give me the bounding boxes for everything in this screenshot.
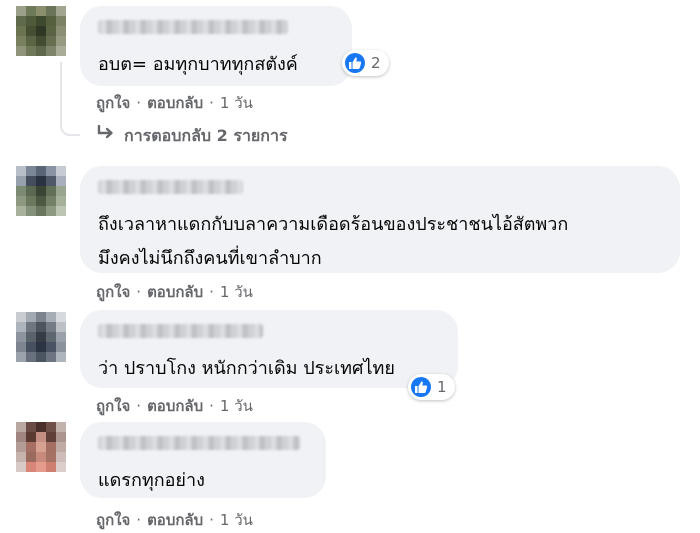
thumbs-up-icon	[345, 53, 365, 73]
timestamp[interactable]: 1 วัน	[220, 94, 253, 112]
author-name-blurred[interactable]	[98, 20, 288, 34]
like-link[interactable]: ถูกใจ	[96, 511, 130, 529]
comment-bubble: อบต= อมทุกบาททุกสตังค์	[80, 6, 352, 86]
timestamp[interactable]: 1 วัน	[220, 283, 253, 301]
reaction-count: 1	[437, 378, 447, 396]
avatar[interactable]	[16, 166, 66, 216]
comment-actions: ถูกใจ · ตอบกลับ · 1 วัน	[96, 280, 253, 304]
reply-link[interactable]: ตอบกลับ	[147, 94, 203, 112]
separator-dot: ·	[136, 397, 142, 415]
separator-dot: ·	[209, 283, 214, 301]
like-link[interactable]: ถูกใจ	[96, 94, 130, 112]
thread-connector	[60, 62, 80, 136]
separator-dot: ·	[209, 397, 214, 415]
like-link[interactable]: ถูกใจ	[96, 397, 130, 415]
replies-label: การตอบกลับ 2 รายการ	[124, 126, 288, 145]
author-name-blurred[interactable]	[98, 436, 300, 450]
view-replies-link[interactable]: การตอบกลับ 2 รายการ	[96, 124, 288, 149]
separator-dot: ·	[209, 511, 214, 529]
author-name-blurred[interactable]	[98, 180, 243, 194]
author-name-blurred[interactable]	[98, 324, 263, 338]
comment-text-line-1: ถึงเวลาหาแดกกับบลาความเดือดร้อนของประชาช…	[98, 214, 569, 235]
reply-link[interactable]: ตอบกลับ	[147, 397, 203, 415]
reply-link[interactable]: ตอบกลับ	[147, 283, 203, 301]
timestamp[interactable]: 1 วัน	[220, 511, 253, 529]
separator-dot: ·	[209, 94, 214, 112]
comment-actions: ถูกใจ · ตอบกลับ · 1 วัน	[96, 394, 253, 418]
avatar[interactable]	[16, 312, 66, 362]
reaction-count: 2	[371, 54, 381, 72]
timestamp[interactable]: 1 วัน	[220, 397, 253, 415]
comment-text: แดรกทุกอย่าง	[98, 470, 205, 491]
comment-text: อบต= อมทุกบาททุกสตังค์	[98, 54, 298, 75]
avatar[interactable]	[16, 422, 66, 472]
comment-bubble: ว่า ปราบโกง หนักกว่าเดิม ประเทศไทย	[80, 310, 458, 388]
separator-dot: ·	[136, 283, 142, 301]
thumbs-up-icon	[411, 377, 431, 397]
reaction-badge[interactable]: 2	[342, 50, 389, 76]
comment-bubble: ถึงเวลาหาแดกกับบลาความเดือดร้อนของประชาช…	[80, 166, 680, 273]
reply-link[interactable]: ตอบกลับ	[147, 511, 203, 529]
reaction-badge[interactable]: 1	[408, 374, 455, 400]
separator-dot: ·	[136, 94, 142, 112]
avatar[interactable]	[16, 6, 66, 56]
separator-dot: ·	[136, 511, 142, 529]
comment-actions: ถูกใจ · ตอบกลับ · 1 วัน	[96, 508, 253, 532]
comment-bubble: แดรกทุกอย่าง	[80, 422, 326, 498]
comment-text-line-2: มึงคงไม่นึกถึงคนที่เขาลำบาก	[98, 248, 322, 269]
like-link[interactable]: ถูกใจ	[96, 283, 130, 301]
comment-actions: ถูกใจ · ตอบกลับ · 1 วัน	[96, 91, 253, 115]
comment-text: ว่า ปราบโกง หนักกว่าเดิม ประเทศไทย	[98, 358, 395, 379]
reply-arrow-icon	[96, 124, 116, 145]
